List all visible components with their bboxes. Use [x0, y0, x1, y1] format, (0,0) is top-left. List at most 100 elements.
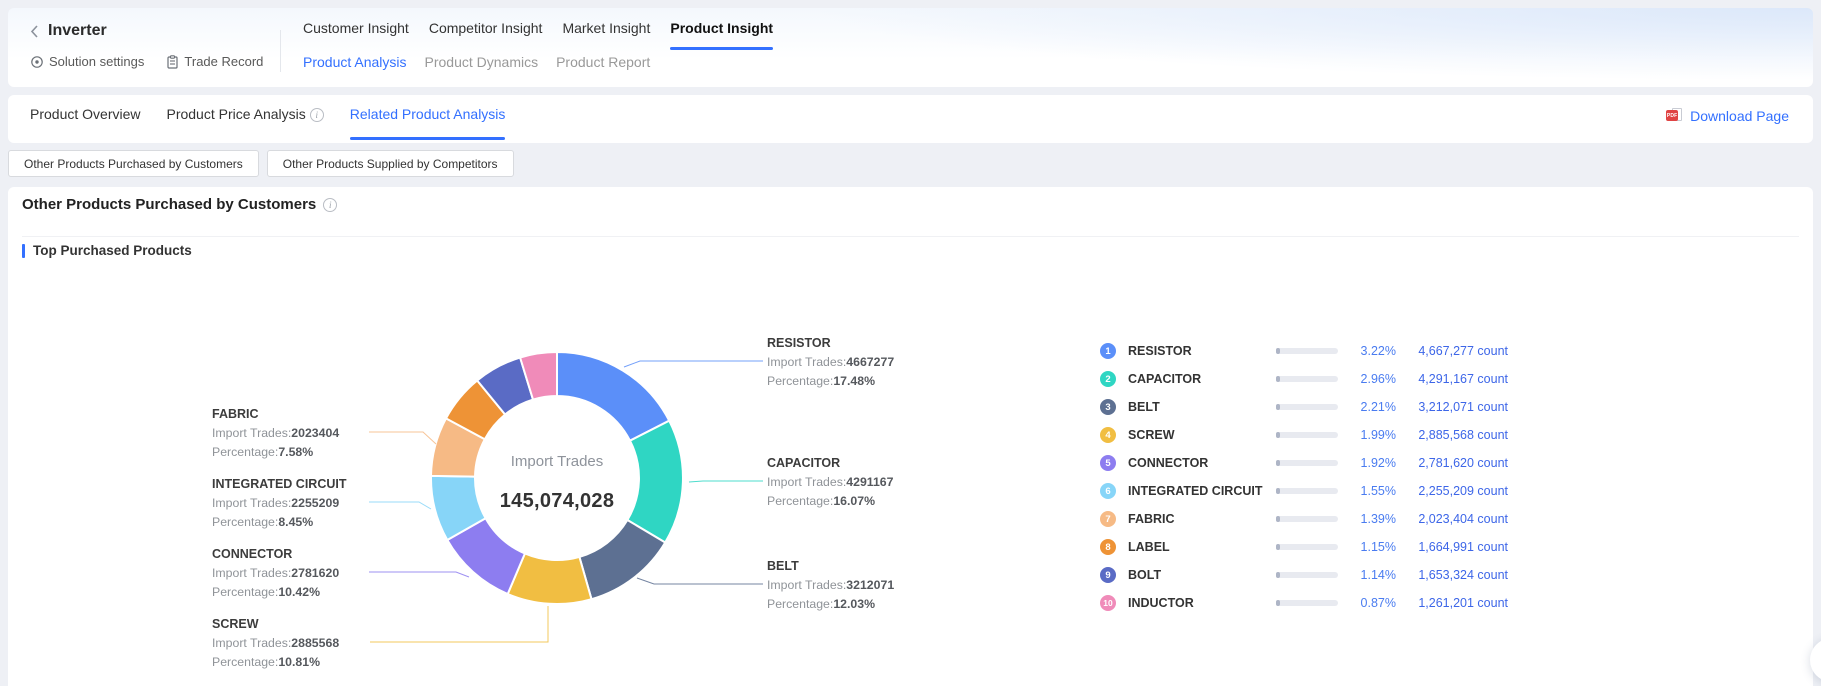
tab-competitor-insight[interactable]: Competitor Insight — [429, 20, 543, 40]
list-item-connector[interactable]: 5CONNECTOR1.92%2,781,620 count — [1100, 449, 1530, 477]
share-bar — [1276, 404, 1338, 410]
panel-info-icon[interactable]: i — [323, 198, 337, 212]
product-name: CAPACITOR — [1128, 372, 1276, 386]
filter-button-other-products-supplied-by-competitors[interactable]: Other Products Supplied by Competitors — [267, 150, 514, 177]
filter-row: Other Products Purchased by Customers Oth… — [8, 150, 514, 177]
donut-label-import-trades: Import Trades:3212071 — [767, 576, 957, 595]
donut-label-import-trades: Import Trades:4291167 — [767, 473, 957, 492]
rank-badge: 5 — [1100, 455, 1116, 471]
toolbar-tab-label: Product Price Analysis — [166, 106, 305, 122]
toolbar-tab-product-price-analysis[interactable]: Product Price Analysis i — [166, 95, 323, 143]
header-divider — [280, 30, 281, 72]
donut-label-capacitor: CAPACITORImport Trades:4291167Percentage… — [767, 454, 957, 511]
download-page-label: Download Page — [1690, 108, 1789, 124]
share-bar — [1276, 432, 1338, 438]
list-item-label[interactable]: 8LABEL1.15%1,664,991 count — [1100, 533, 1530, 561]
list-item-resistor[interactable]: 1RESISTOR3.22%4,667,277 count — [1100, 337, 1530, 365]
rank-badge: 2 — [1100, 371, 1116, 387]
filter-button-other-products-purchased-by-customers[interactable]: Other Products Purchased by Customers — [8, 150, 259, 177]
rank-badge: 6 — [1100, 483, 1116, 499]
sub-tabs: Product Analysis Product Dynamics Product … — [303, 54, 650, 70]
donut-label-name: SCREW — [212, 615, 402, 634]
share-bar-fill — [1276, 600, 1280, 606]
product-name: BOLT — [1128, 568, 1276, 582]
donut-center-label: Import Trades — [457, 453, 657, 470]
donut-label-percentage: Percentage:10.81% — [212, 653, 402, 672]
share-percentage: 1.99% — [1352, 428, 1396, 442]
share-percentage: 2.96% — [1352, 372, 1396, 386]
donut-label-name: CONNECTOR — [212, 545, 402, 564]
panel-title: Other Products Purchased by Customers — [22, 196, 316, 213]
share-bar-fill — [1276, 516, 1280, 522]
toolbar-tabs: Product Overview Product Price Analysis i R… — [30, 95, 505, 143]
product-name: INTEGRATED CIRCUIT — [1128, 484, 1276, 498]
subtab-product-report[interactable]: Product Report — [556, 54, 650, 70]
toolbar-tab-related-product-analysis[interactable]: Related Product Analysis — [350, 95, 506, 143]
share-bar — [1276, 544, 1338, 550]
back-icon[interactable] — [30, 23, 40, 39]
share-bar-fill — [1276, 572, 1280, 578]
rank-badge: 3 — [1100, 399, 1116, 415]
donut-label-belt: BELTImport Trades:3212071Percentage:12.0… — [767, 557, 957, 614]
trade-count: 2,781,620 count — [1408, 456, 1508, 470]
donut-label-percentage: Percentage:17.48% — [767, 372, 957, 391]
list-item-belt[interactable]: 3BELT2.21%3,212,071 count — [1100, 393, 1530, 421]
list-item-inductor[interactable]: 10INDUCTOR0.87%1,261,201 count — [1100, 589, 1530, 617]
product-name: LABEL — [1128, 540, 1276, 554]
donut-label-percentage: Percentage:12.03% — [767, 595, 957, 614]
donut-label-name: INTEGRATED CIRCUIT — [212, 475, 402, 494]
donut-label-percentage: Percentage:10.42% — [212, 583, 402, 602]
donut-label-screw: SCREWImport Trades:2885568Percentage:10.… — [212, 615, 402, 672]
header-link-label: Solution settings — [49, 54, 144, 69]
share-percentage: 1.15% — [1352, 540, 1396, 554]
subtab-product-analysis[interactable]: Product Analysis — [303, 54, 407, 70]
donut-label-name: FABRIC — [212, 405, 402, 424]
panel-divider — [22, 236, 1799, 237]
toolbar-tab-product-overview[interactable]: Product Overview — [30, 95, 140, 143]
share-percentage: 3.22% — [1352, 344, 1396, 358]
info-icon[interactable]: i — [310, 108, 324, 122]
product-name: SCREW — [1128, 428, 1276, 442]
donut-label-percentage: Percentage:16.07% — [767, 492, 957, 511]
header-link-trade-record[interactable]: Trade Record — [166, 54, 263, 69]
pdf-icon: PDF — [1666, 107, 1684, 124]
donut-label-connector: CONNECTORImport Trades:2781620Percentage… — [212, 545, 402, 602]
trade-count: 2,023,404 count — [1408, 512, 1508, 526]
rank-badge: 1 — [1100, 343, 1116, 359]
share-bar-fill — [1276, 460, 1280, 466]
tab-product-insight[interactable]: Product Insight — [670, 20, 773, 40]
list-item-bolt[interactable]: 9BOLT1.14%1,653,324 count — [1100, 561, 1530, 589]
rank-badge: 10 — [1100, 595, 1116, 611]
donut-label-fabric: FABRICImport Trades:2023404Percentage:7.… — [212, 405, 402, 462]
subtab-product-dynamics[interactable]: Product Dynamics — [425, 54, 539, 70]
rank-badge: 8 — [1100, 539, 1116, 555]
download-page-link[interactable]: PDF Download Page — [1666, 107, 1789, 124]
tab-customer-insight[interactable]: Customer Insight — [303, 20, 409, 40]
share-bar-fill — [1276, 544, 1280, 550]
header-link-label: Trade Record — [184, 54, 263, 69]
product-name: RESISTOR — [1128, 344, 1276, 358]
donut-label-import-trades: Import Trades:2781620 — [212, 564, 402, 583]
trade-count: 1,653,324 count — [1408, 568, 1508, 582]
share-bar-fill — [1276, 432, 1280, 438]
trade-count: 3,212,071 count — [1408, 400, 1508, 414]
share-percentage: 1.14% — [1352, 568, 1396, 582]
toolbar-tab-label: Related Product Analysis — [350, 106, 506, 122]
share-percentage: 2.21% — [1352, 400, 1396, 414]
trade-record-icon — [166, 55, 179, 69]
list-item-integrated-circuit[interactable]: 6INTEGRATED CIRCUIT1.55%2,255,209 count — [1100, 477, 1530, 505]
tab-market-insight[interactable]: Market Insight — [562, 20, 650, 40]
donut-label-import-trades: Import Trades:2255209 — [212, 494, 402, 513]
list-item-capacitor[interactable]: 2CAPACITOR2.96%4,291,167 count — [1100, 365, 1530, 393]
main-tabs: Customer Insight Competitor Insight Market… — [303, 20, 773, 40]
page-title: Inverter — [48, 22, 107, 40]
header-link-solution-settings[interactable]: Solution settings — [30, 54, 144, 69]
product-name: INDUCTOR — [1128, 596, 1276, 610]
donut-label-import-trades: Import Trades:2885568 — [212, 634, 402, 653]
share-percentage: 1.39% — [1352, 512, 1396, 526]
donut-center-value: 145,074,028 — [447, 490, 667, 513]
list-item-fabric[interactable]: 7FABRIC1.39%2,023,404 count — [1100, 505, 1530, 533]
list-item-screw[interactable]: 4SCREW1.99%2,885,568 count — [1100, 421, 1530, 449]
share-percentage: 1.92% — [1352, 456, 1396, 470]
share-bar — [1276, 600, 1338, 606]
